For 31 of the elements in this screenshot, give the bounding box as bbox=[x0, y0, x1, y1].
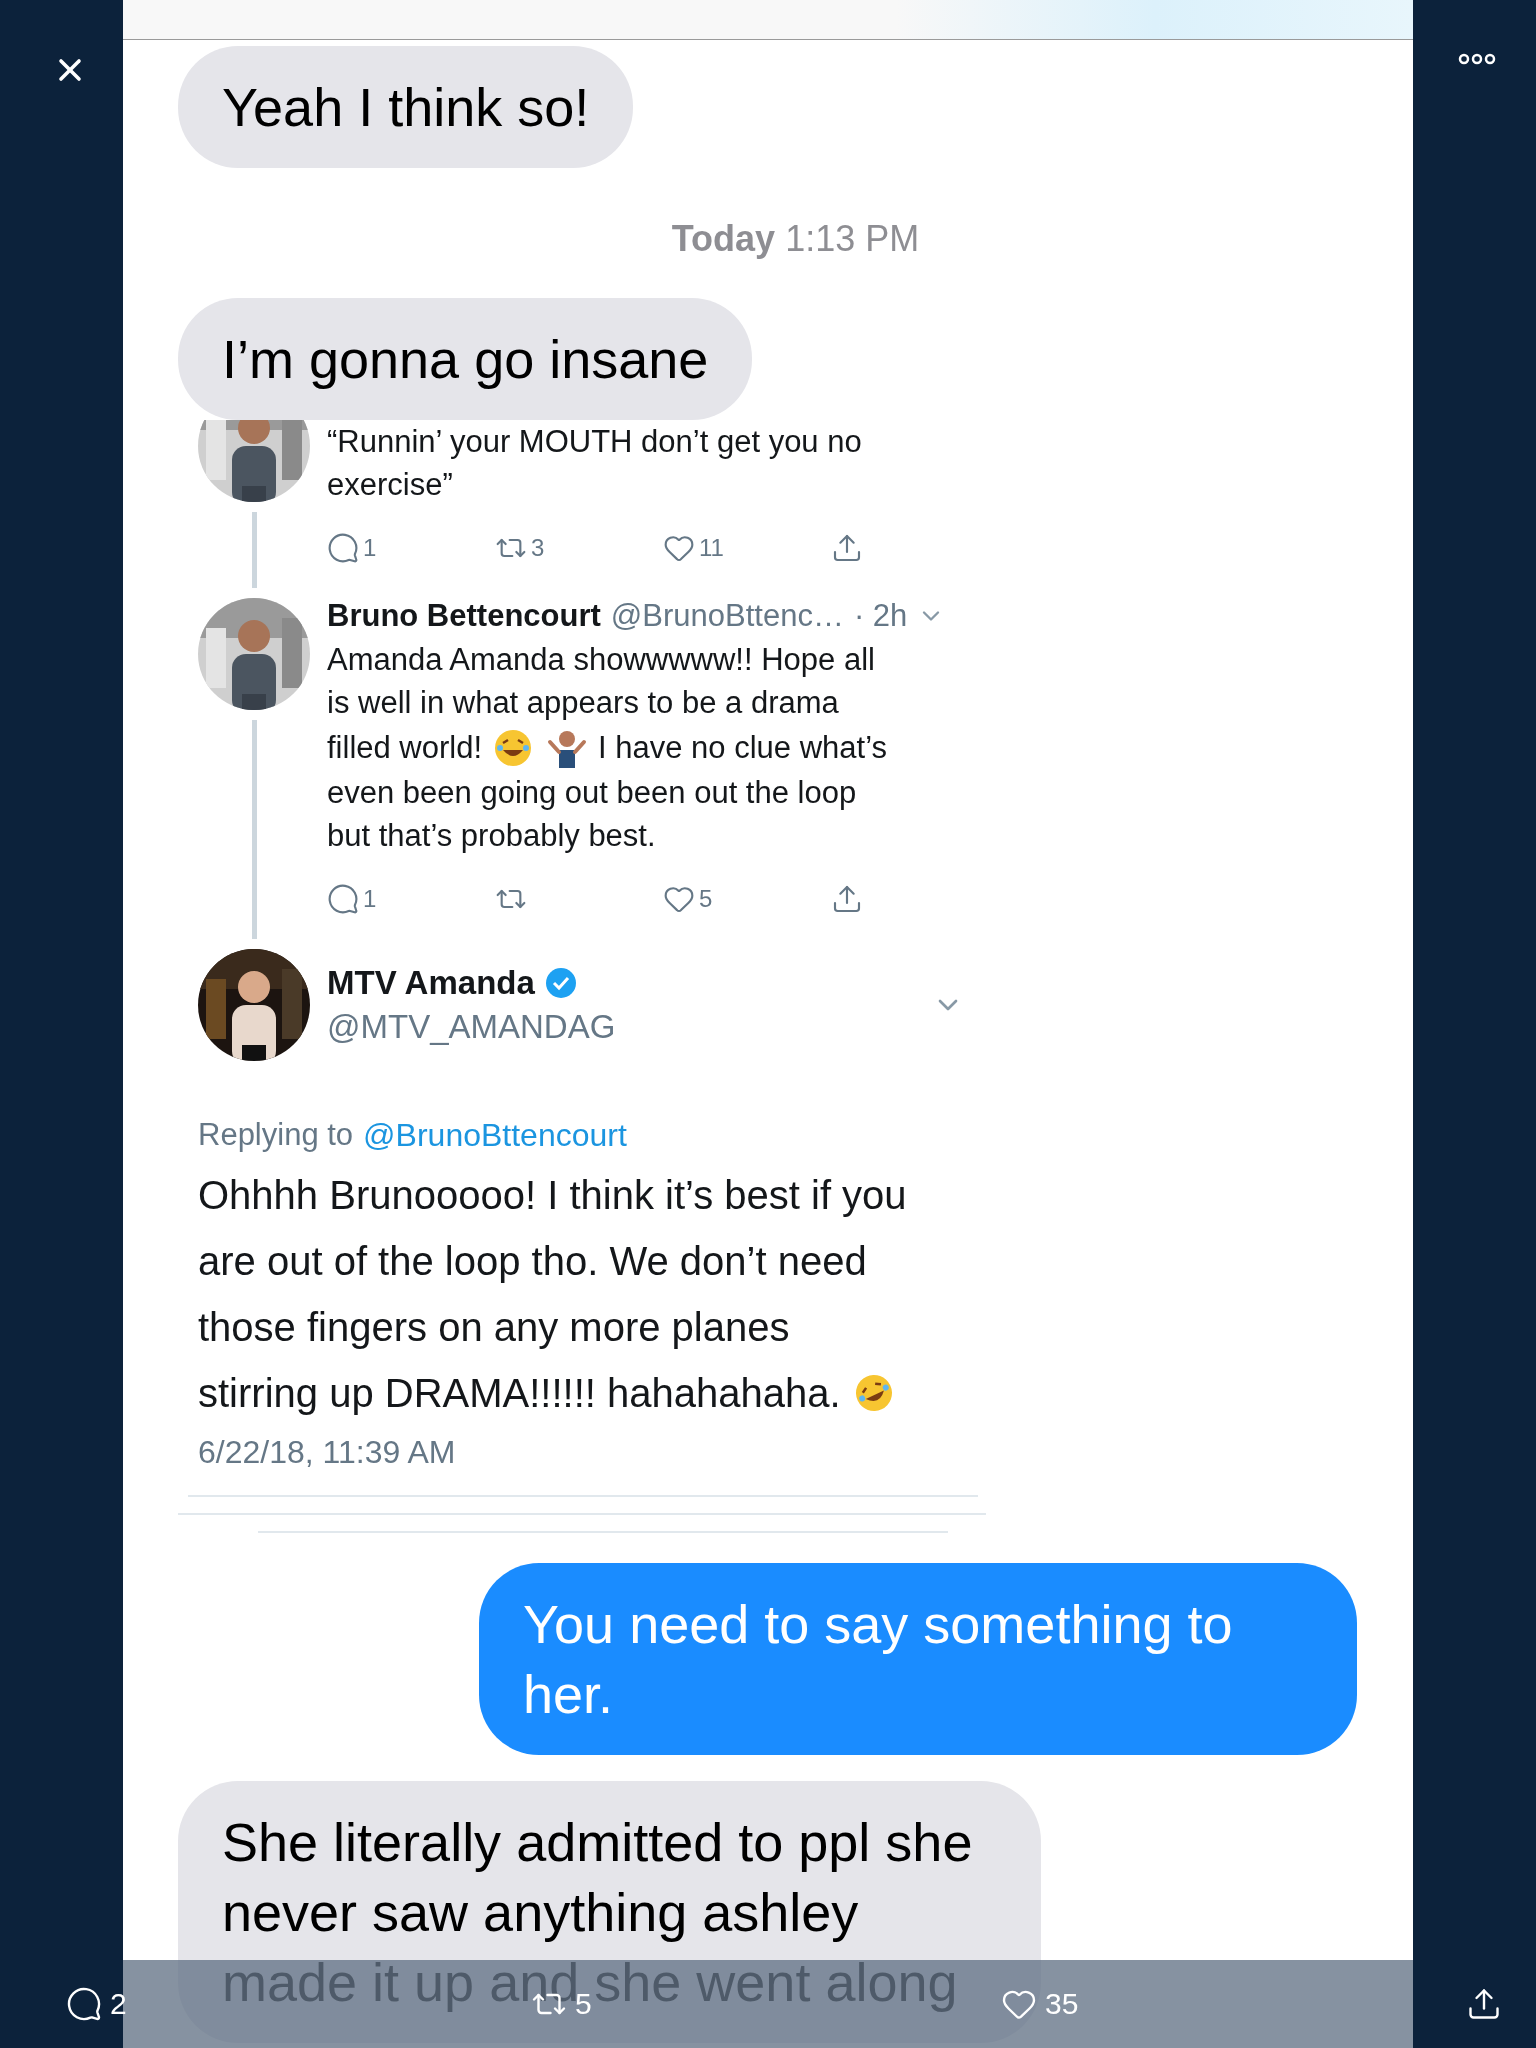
tweet-text: filled world! bbox=[327, 729, 483, 767]
timestamp-day: Today bbox=[671, 218, 776, 259]
tweet-handle: @MTV_AMANDAG bbox=[327, 1008, 616, 1046]
share-button[interactable] bbox=[1466, 1986, 1502, 2022]
rolling-laughing-emoji-icon bbox=[853, 1373, 894, 1413]
action-count: 1 bbox=[363, 885, 377, 913]
tweet-handle: @BrunoBttenc… bbox=[610, 598, 844, 634]
sent-message-bubble: You need to say something to her. bbox=[479, 1563, 1357, 1755]
action-count: 5 bbox=[699, 885, 713, 913]
like-button[interactable]: 35 bbox=[1001, 1986, 1079, 2022]
tweet-text: I have no clue what’s bbox=[598, 729, 887, 767]
received-message-bubble: Yeah I think so! bbox=[178, 46, 634, 168]
tweet-author-name: MTV Amanda bbox=[327, 964, 535, 1002]
tweet-author-name: Bruno Bettencourt bbox=[327, 598, 601, 634]
action-count: 1 bbox=[363, 534, 377, 562]
tweet-text: stirring up DRAMA!!!!!! hahahahaha. bbox=[198, 1370, 841, 1417]
timestamp-time: 1:13 PM bbox=[785, 218, 920, 259]
action-count: 11 bbox=[699, 534, 724, 562]
laughing-emoji-icon bbox=[493, 727, 534, 768]
replying-label: Replying to bbox=[198, 1117, 354, 1154]
share-icon[interactable] bbox=[831, 883, 863, 915]
reply-button[interactable]: 2 bbox=[66, 1986, 127, 2022]
share-icon[interactable] bbox=[831, 532, 863, 564]
received-message-bubble: I’m gonna go insane bbox=[178, 298, 753, 420]
tweet-text: “Runnin’ your MOUTH don’t get you no exercise” bbox=[327, 423, 863, 504]
tweet-time: · 2h bbox=[853, 598, 908, 634]
tweet-text: even been going out been out the loop but that’s probably best. bbox=[327, 774, 858, 855]
tweet-date: 6/22/18, 11:39 AM bbox=[198, 1434, 457, 1471]
more-icon bbox=[1458, 52, 1496, 66]
action-count: 3 bbox=[531, 534, 545, 562]
mention-link[interactable]: @BrunoBttencourt bbox=[363, 1117, 627, 1154]
